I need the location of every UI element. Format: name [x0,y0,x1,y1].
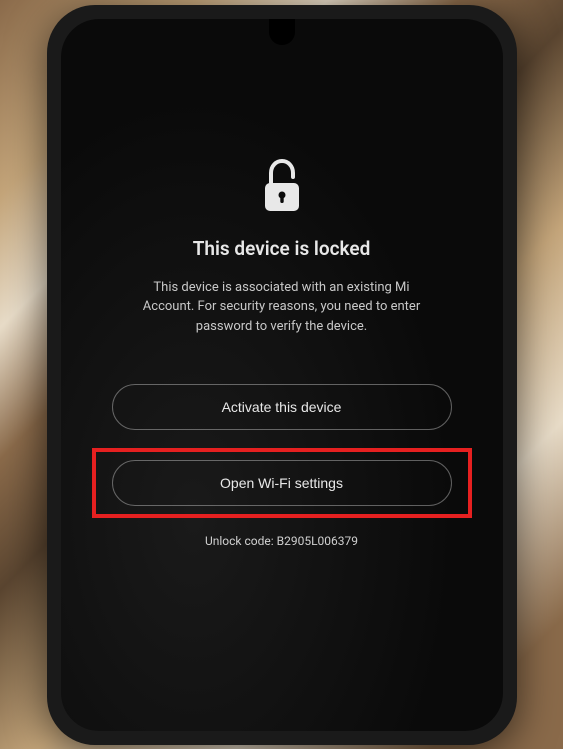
lock-icon [260,159,304,213]
activate-device-button[interactable]: Activate this device [112,384,452,430]
phone-frame: This device is locked This device is ass… [47,5,517,745]
wifi-button-label: Open Wi-Fi settings [220,475,343,491]
lock-title: This device is locked [193,237,371,260]
highlight-annotation: Open Wi-Fi settings [92,448,472,518]
open-wifi-settings-button[interactable]: Open Wi-Fi settings [112,460,452,506]
lock-description: This device is associated with an existi… [112,278,452,337]
phone-screen: This device is locked This device is ass… [61,19,503,731]
activate-button-label: Activate this device [222,399,342,415]
phone-notch [269,19,295,45]
unlock-code-text: Unlock code: B2905L006379 [205,534,358,548]
